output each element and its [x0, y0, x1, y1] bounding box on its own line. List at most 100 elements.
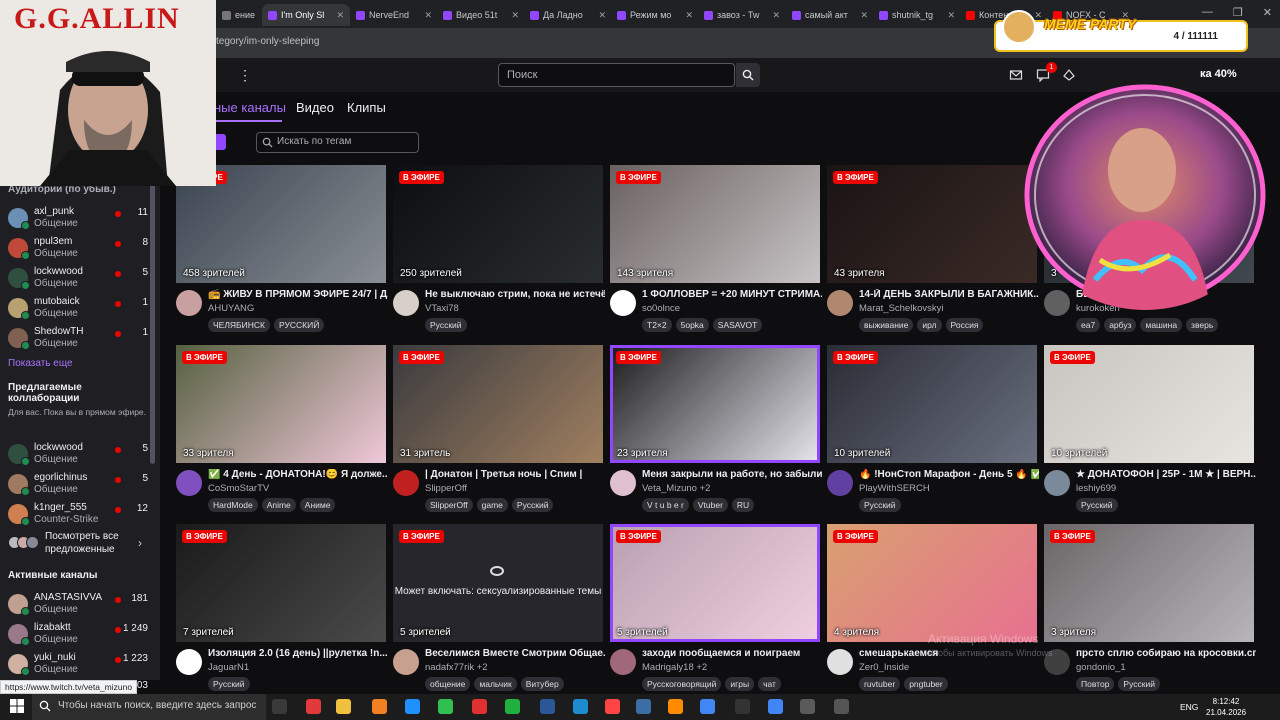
tab-close-icon[interactable]: ✕: [1034, 10, 1042, 21]
task-view-icon[interactable]: [272, 699, 287, 714]
stream-tag[interactable]: РУССКИЙ: [273, 318, 325, 332]
telegram-icon[interactable]: [405, 699, 420, 714]
maximize-icon[interactable]: ❐: [1233, 6, 1243, 19]
stream-tag[interactable]: Русский: [859, 498, 901, 512]
browser-tab[interactable]: NerveEnd ✕: [350, 4, 438, 26]
stream-tag[interactable]: арбуз: [1104, 318, 1137, 332]
channel-name[interactable]: nadafx77rik +2: [425, 662, 488, 673]
browser-tab[interactable]: shutnik_tg ✕: [873, 4, 961, 26]
stream-tag[interactable]: 5opka: [675, 318, 709, 332]
opera-icon[interactable]: [306, 699, 321, 714]
stream-tag[interactable]: Русский: [1076, 498, 1118, 512]
stream-title[interactable]: Не выключаю стрим, пока не истечё...: [425, 289, 605, 300]
stream-title[interactable]: 📻 ЖИВУ В ПРЯМОМ ЭФИРЕ 24/7 | Д...: [208, 289, 388, 300]
media-icon[interactable]: [505, 699, 520, 714]
sidebar-channel-item[interactable]: yuki_nuki Общение 1 223: [0, 650, 160, 678]
vlc-icon[interactable]: [372, 699, 387, 714]
stream-tag[interactable]: Русский: [208, 677, 250, 691]
stream-title[interactable]: | Донатон | Третья ночь | Спим |: [425, 469, 605, 480]
stream-title[interactable]: 🔥 !НонСтоп Марафон - День 5 🔥 ✅...: [859, 469, 1039, 480]
sidebar-channel-item[interactable]: npul3em Общение 8: [0, 234, 160, 262]
avatar[interactable]: [827, 649, 853, 675]
see-all-suggestions[interactable]: Посмотреть все предложенные ›: [8, 531, 158, 558]
avatar[interactable]: [827, 470, 853, 496]
channel-name[interactable]: so0olnce: [642, 303, 680, 314]
sidebar-channel-item[interactable]: ShedowTH Общение 1: [0, 324, 160, 352]
word-icon[interactable]: [540, 699, 555, 714]
stream-tag[interactable]: SASAVOT: [712, 318, 763, 332]
avatar[interactable]: [610, 470, 636, 496]
photoshop-icon[interactable]: [573, 699, 588, 714]
sidebar-channel-item[interactable]: egorlichinus Общение 5: [0, 470, 160, 498]
app-icon[interactable]: [636, 699, 651, 714]
avatar[interactable]: [610, 649, 636, 675]
minimize-icon[interactable]: —: [1202, 6, 1213, 19]
stream-thumbnail[interactable]: В ЭФИРЕ 5 зрителей: [610, 524, 820, 642]
channel-name[interactable]: PlayWithSERCH: [859, 483, 930, 494]
sort-dropdown[interactable]: [216, 134, 226, 150]
channel-name[interactable]: VTaxi78: [425, 303, 459, 314]
channel-name[interactable]: AHUYANG: [208, 303, 254, 314]
stream-title[interactable]: Меня закрыли на работе, но забыли ...: [642, 469, 822, 480]
tab-close-icon[interactable]: ✕: [336, 10, 344, 21]
stream-tag[interactable]: общение: [425, 677, 471, 691]
avatar[interactable]: [176, 470, 202, 496]
sidebar-channel-item[interactable]: lockwwood Общение 5: [0, 264, 160, 292]
tab-close-icon[interactable]: ✕: [772, 10, 780, 21]
avatar[interactable]: [393, 290, 419, 316]
stream-tag[interactable]: Витубер: [520, 677, 564, 691]
avatar[interactable]: [610, 290, 636, 316]
browser-tab[interactable]: Да Ладно ✕: [524, 4, 612, 26]
tab-clips[interactable]: Клипы: [347, 100, 386, 115]
tab-live-channels[interactable]: ные каналы: [214, 100, 286, 115]
app-icon[interactable]: [834, 699, 849, 714]
stream-tag[interactable]: Аниме: [299, 498, 336, 512]
app-icon[interactable]: [800, 699, 815, 714]
stream-tag[interactable]: мальчик: [474, 677, 517, 691]
stream-title[interactable]: заходи пообщаемся и поиграем: [642, 648, 822, 659]
file-explorer-icon[interactable]: [336, 699, 351, 714]
stream-thumbnail[interactable]: В ЭФИРЕ 250 зрителей: [393, 165, 603, 283]
more-options-icon[interactable]: ⋮: [238, 67, 252, 84]
input-language[interactable]: ENG: [1180, 702, 1198, 712]
stream-thumbnail[interactable]: В ЭФИРЕ 33 зрителя: [176, 345, 386, 463]
prime-crown-icon[interactable]: [1062, 68, 1076, 82]
taskbar-search-input[interactable]: Чтобы начать поиск, введите здесь запрос: [32, 694, 266, 720]
tab-videos[interactable]: Видео: [296, 100, 334, 115]
inbox-icon[interactable]: [1009, 68, 1023, 82]
stream-tag[interactable]: RU: [731, 498, 755, 512]
stream-tag[interactable]: game: [476, 498, 508, 512]
tab-close-icon[interactable]: ✕: [947, 10, 955, 21]
browser-tab[interactable]: Видео 51t ✕: [437, 4, 525, 26]
avatar[interactable]: [393, 649, 419, 675]
tab-close-icon[interactable]: ✕: [511, 10, 519, 21]
stream-tag[interactable]: ирл: [917, 318, 942, 332]
obs-icon[interactable]: [735, 699, 750, 714]
stream-tag[interactable]: SlipperOff: [425, 498, 473, 512]
stream-thumbnail[interactable]: В ЭФИРЕ 10 зрителей: [1044, 345, 1254, 463]
channel-name[interactable]: leshiy699: [1076, 483, 1116, 494]
stream-tag[interactable]: машина: [1140, 318, 1183, 332]
stream-tag[interactable]: Vtuber: [692, 498, 728, 512]
stream-thumbnail[interactable]: В ЭФИРЕ 7 зрителей: [176, 524, 386, 642]
stream-thumbnail[interactable]: В ЭФИРЕ 4 зрителя: [827, 524, 1037, 642]
tag-search-input[interactable]: Искать по тегам: [256, 132, 419, 153]
clock[interactable]: 8:12:42 21.04.2026: [1206, 696, 1246, 718]
tab-close-icon[interactable]: ✕: [598, 10, 606, 21]
stream-thumbnail[interactable]: В ЭФИРЕ 31 зритель: [393, 345, 603, 463]
stream-tag[interactable]: Русскоговорящий: [642, 677, 722, 691]
tab-close-icon[interactable]: ✕: [685, 10, 693, 21]
chrome-icon[interactable]: [700, 699, 715, 714]
stream-tag[interactable]: pngtuber: [904, 677, 948, 691]
browser-tab[interactable]: завоз - Tw ✕: [698, 4, 786, 26]
sidebar-channel-item[interactable]: ANASTASIVVA Общение 181: [0, 590, 160, 618]
sidebar-channel-item[interactable]: mutobaick Общение 1: [0, 294, 160, 322]
stream-title[interactable]: Изоляция 2.0 (16 день) ||рулетка !n...: [208, 648, 388, 659]
close-icon[interactable]: ✕: [1263, 6, 1272, 19]
windows-start-icon[interactable]: [10, 699, 24, 713]
tab-close-icon[interactable]: ✕: [424, 10, 432, 21]
browser-tab[interactable]: I'm Only Sl ✕: [262, 4, 350, 26]
sidebar-channel-item[interactable]: axl_punk Общение 11: [0, 204, 160, 232]
stream-tag[interactable]: ruvtuber: [859, 677, 901, 691]
sidebar-channel-item[interactable]: k1nger_555 Counter-Strike 12: [0, 500, 160, 528]
